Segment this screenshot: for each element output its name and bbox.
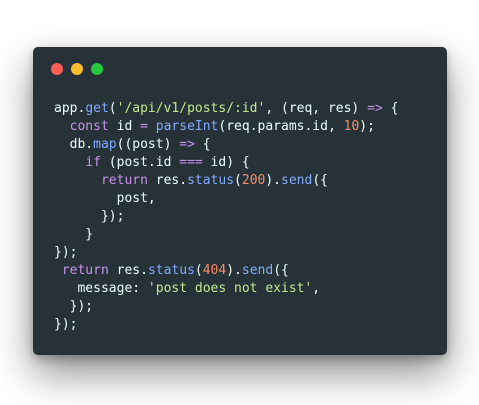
- code-line: const id = parseInt(req.params.id, 10);: [54, 118, 398, 136]
- code-token-number: 404: [202, 263, 227, 278]
- code-token-plain: {: [382, 101, 399, 116]
- code-token-plain: (req.params.id,: [218, 119, 344, 134]
- code-line: return res.status(404).send({: [54, 262, 398, 280]
- code-token-plain: ,: [312, 281, 321, 296]
- code-token-number: 10: [343, 119, 360, 134]
- zoom-button[interactable]: [91, 63, 103, 75]
- code-token-plain: id) {: [202, 155, 250, 170]
- code-token-number: 200: [241, 173, 266, 188]
- minimize-button[interactable]: [71, 63, 83, 75]
- code-token-keyword: if: [85, 155, 101, 170]
- code-window: app.get('/api/v1/posts/:id', (req, res) …: [33, 47, 447, 355]
- code-token-plain: message:: [54, 281, 148, 296]
- code-token-plain: ).: [226, 263, 242, 278]
- code-token-plain: (: [108, 101, 117, 116]
- code-line: }: [54, 226, 398, 244]
- code-token-plain: ({: [273, 263, 289, 278]
- code-token-plain: ((post): [116, 137, 180, 152]
- code-line: message: 'post does not exist',: [54, 280, 398, 298]
- code-token-plain: (: [234, 173, 242, 188]
- code-line: post,: [54, 190, 398, 208]
- code-token-plain: });: [54, 245, 78, 260]
- code-token-plain: });: [54, 209, 125, 224]
- window-titlebar: [33, 47, 447, 91]
- code-token-function: send: [241, 263, 274, 278]
- code-token-function: status: [187, 173, 235, 188]
- code-block: app.get('/api/v1/posts/:id', (req, res) …: [54, 100, 398, 334]
- code-token-plain: });: [54, 299, 94, 314]
- code-line: });: [54, 208, 398, 226]
- code-token-plain: (: [194, 263, 203, 278]
- code-token-function: map: [93, 137, 117, 152]
- code-token-plain: ({: [312, 173, 328, 188]
- code-token-function: get: [85, 101, 109, 116]
- code-line: app.get('/api/v1/posts/:id', (req, res) …: [54, 100, 398, 118]
- code-token-plain: , (req, res): [265, 101, 368, 116]
- code-token-keyword: const: [69, 119, 109, 134]
- code-token-keyword: return: [100, 173, 148, 188]
- code-token-plain: res.: [147, 173, 188, 188]
- code-token-string: 'post does not exist': [147, 281, 313, 296]
- code-line: });: [54, 298, 398, 316]
- code-token-function: status: [147, 263, 195, 278]
- code-token-keyword: =>: [367, 101, 383, 116]
- code-token-plain: db.: [54, 137, 94, 152]
- code-token-plain: {: [194, 137, 211, 152]
- code-token-plain: );: [359, 119, 375, 134]
- code-token-string: '/api/v1/posts/:id': [116, 101, 266, 116]
- code-line: if (post.id === id) {: [54, 154, 398, 172]
- code-token-plain: });: [54, 317, 78, 332]
- close-button[interactable]: [51, 63, 63, 75]
- code-token-function: parseInt: [155, 119, 219, 134]
- code-token-function: send: [281, 173, 313, 188]
- code-token-plain: id: [108, 119, 141, 134]
- code-line: return res.status(200).send({: [54, 172, 398, 190]
- code-token-plain: }: [54, 227, 94, 242]
- code-token-plain: res.: [108, 263, 148, 278]
- code-token-plain: ).: [265, 173, 282, 188]
- code-token-plain: app: [54, 101, 78, 116]
- code-token-plain: post,: [54, 191, 156, 206]
- code-token-plain: (post.id: [100, 155, 180, 170]
- code-line: });: [54, 244, 398, 262]
- code-token-keyword: ===: [179, 155, 203, 170]
- code-token-keyword: return: [61, 263, 109, 278]
- code-line: db.map((post) => {: [54, 136, 398, 154]
- code-token-keyword: =>: [179, 137, 195, 152]
- code-token-keyword: =: [140, 119, 148, 134]
- code-line: });: [54, 316, 398, 334]
